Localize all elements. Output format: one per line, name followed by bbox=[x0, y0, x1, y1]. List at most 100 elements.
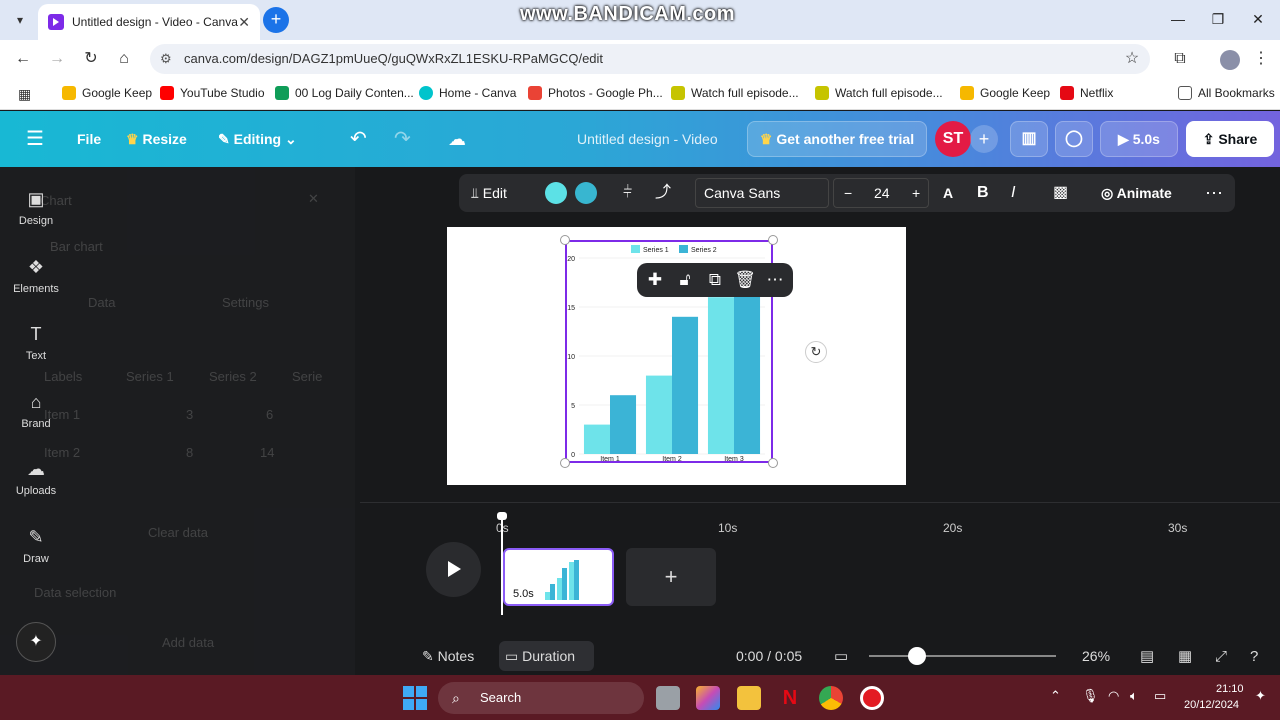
resize-handle[interactable] bbox=[560, 458, 570, 468]
tray-chevron-icon[interactable]: ⌃ bbox=[1050, 688, 1061, 704]
microphone-icon[interactable]: 🎙︎ bbox=[1082, 688, 1099, 704]
bandicam-icon[interactable] bbox=[860, 686, 884, 710]
rail-uploads[interactable]: ☁ Uploads bbox=[0, 459, 72, 497]
rail-draw[interactable]: ✎ Draw bbox=[0, 527, 72, 565]
maximize-button[interactable]: ❐ bbox=[1198, 0, 1238, 38]
increase-size-icon[interactable]: + bbox=[912, 179, 920, 207]
add-page-button[interactable]: + bbox=[626, 548, 716, 606]
forward-icon[interactable]: → bbox=[46, 48, 68, 70]
playhead[interactable] bbox=[501, 515, 503, 615]
grid-view-icon[interactable]: ▦ bbox=[1178, 638, 1192, 675]
font-size-stepper[interactable]: − 24 + bbox=[833, 178, 929, 208]
bookmark-item[interactable]: YouTube Studio bbox=[160, 86, 265, 100]
bookmark-item[interactable]: Netflix bbox=[1060, 86, 1113, 100]
copilot-icon[interactable] bbox=[696, 686, 720, 710]
table-cell[interactable]: 14 bbox=[260, 445, 274, 460]
rail-design[interactable]: ▣ Design bbox=[0, 189, 72, 227]
decrease-size-icon[interactable]: − bbox=[844, 179, 852, 207]
help-icon[interactable]: ? bbox=[1250, 638, 1258, 675]
home-icon[interactable]: ⌂ bbox=[113, 48, 135, 70]
page-view-icon[interactable]: ▭ bbox=[834, 638, 848, 675]
free-trial-button[interactable]: ♛ Get another free trial bbox=[747, 121, 927, 157]
reload-icon[interactable]: ↻ bbox=[80, 48, 102, 70]
extensions-icon[interactable]: ⧉ bbox=[1169, 48, 1191, 70]
lock-icon[interactable]: 🔓︎ bbox=[671, 263, 699, 297]
resize-handle[interactable] bbox=[768, 235, 778, 245]
resize-button[interactable]: ♛ Resize bbox=[126, 111, 187, 167]
apps-grid-icon[interactable]: ▦ bbox=[18, 86, 31, 103]
bookmark-item[interactable]: Google Keep bbox=[960, 86, 1050, 100]
timeline-clip[interactable]: 5.0s bbox=[503, 548, 614, 606]
rail-brand[interactable]: ⌂ Brand bbox=[0, 392, 72, 430]
analytics-icon[interactable]: ▥ bbox=[1010, 121, 1048, 157]
panel-close-icon[interactable]: ✕ bbox=[308, 191, 319, 207]
zoom-level[interactable]: 26% bbox=[1082, 638, 1110, 675]
color-swatch-2[interactable] bbox=[575, 182, 597, 204]
table-cell[interactable]: 3 bbox=[186, 407, 193, 422]
taskbar-search[interactable]: ⌕ Search bbox=[438, 682, 644, 714]
undo-icon[interactable]: ↶ bbox=[350, 111, 367, 167]
table-cell[interactable]: 8 bbox=[186, 445, 193, 460]
document-title[interactable]: Untitled design - Video bbox=[577, 111, 718, 167]
text-color-icon[interactable]: A bbox=[943, 174, 953, 212]
battery-icon[interactable]: ▭ bbox=[1154, 688, 1166, 704]
table-cell[interactable]: 6 bbox=[266, 407, 273, 422]
bookmark-item[interactable]: Home - Canva bbox=[419, 86, 516, 100]
redo-icon[interactable]: ↷ bbox=[394, 111, 411, 167]
bookmark-item[interactable]: Google Keep bbox=[62, 86, 152, 100]
volume-icon[interactable]: 🔈︎ bbox=[1130, 688, 1138, 704]
windows-start-icon[interactable] bbox=[403, 686, 427, 710]
rotate-handle-icon[interactable]: ↻ bbox=[805, 341, 827, 363]
font-family-select[interactable]: Canva Sans bbox=[695, 178, 829, 208]
notes-button[interactable]: ✎ Notes bbox=[422, 638, 474, 675]
close-tab-icon[interactable]: ✕ bbox=[238, 14, 250, 31]
share-button[interactable]: ⇪ Share bbox=[1186, 121, 1274, 157]
bookmark-item[interactable]: 00 Log Daily Conten... bbox=[275, 86, 414, 100]
tab-list-icon[interactable]: ▾ bbox=[10, 10, 30, 30]
netflix-app-icon[interactable]: N bbox=[778, 686, 802, 710]
file-explorer-icon[interactable] bbox=[737, 686, 761, 710]
resize-handle[interactable] bbox=[560, 235, 570, 245]
address-bar[interactable]: ⚙ canva.com/design/DAGZ1pmUueQ/guQWxRxZL… bbox=[150, 44, 1150, 74]
profile-avatar[interactable] bbox=[1220, 50, 1240, 70]
edit-chart-button[interactable]: ⫫ Edit bbox=[471, 174, 507, 212]
resize-handle[interactable] bbox=[768, 458, 778, 468]
minimize-button[interactable]: — bbox=[1158, 0, 1198, 38]
animate-button[interactable]: ◎ Animate bbox=[1101, 174, 1172, 212]
more-options-icon[interactable]: ⋯ bbox=[1205, 174, 1223, 212]
editing-mode-button[interactable]: ✎ Editing ⌄ bbox=[218, 111, 297, 167]
browser-menu-icon[interactable]: ⋮ bbox=[1250, 48, 1272, 70]
bold-icon[interactable]: B bbox=[977, 174, 989, 212]
bookmark-item[interactable]: Watch full episode... bbox=[671, 86, 799, 100]
site-info-icon[interactable]: ⚙ bbox=[160, 44, 172, 74]
rail-elements[interactable]: ❖ Elements bbox=[0, 257, 72, 295]
playhead-knob[interactable] bbox=[497, 512, 507, 520]
delete-icon[interactable]: 🗑︎ bbox=[731, 263, 759, 297]
browser-tab[interactable]: Untitled design - Video - Canva ✕ bbox=[38, 4, 260, 40]
new-tab-button[interactable]: + bbox=[263, 7, 289, 33]
close-window-button[interactable]: ✕ bbox=[1238, 0, 1278, 38]
more-icon[interactable]: ⋯ bbox=[761, 263, 789, 297]
corner-radius-icon[interactable]: ⤴ bbox=[655, 174, 671, 212]
duplicate-icon[interactable]: ⧉ bbox=[701, 263, 729, 297]
zoom-slider[interactable] bbox=[869, 655, 1056, 657]
page-layout-icon[interactable]: ▤ bbox=[1140, 638, 1154, 675]
clear-data-button[interactable]: Clear data bbox=[148, 525, 208, 540]
spacing-icon[interactable]: ⫩ bbox=[623, 174, 632, 212]
italic-icon[interactable]: I bbox=[1011, 174, 1015, 212]
comment-add-icon[interactable]: ✚ bbox=[641, 263, 669, 297]
task-view-icon[interactable] bbox=[656, 686, 680, 710]
file-menu[interactable]: File bbox=[77, 111, 101, 167]
play-button[interactable] bbox=[426, 542, 481, 597]
zoom-slider-thumb[interactable] bbox=[908, 647, 926, 665]
font-size-value[interactable]: 24 bbox=[874, 179, 890, 207]
wifi-icon[interactable]: ◠ bbox=[1108, 688, 1119, 704]
comment-icon[interactable]: ◯ bbox=[1055, 121, 1093, 157]
all-bookmarks[interactable]: All Bookmarks bbox=[1178, 86, 1275, 100]
chrome-icon[interactable] bbox=[819, 686, 843, 710]
transparency-icon[interactable]: ▩ bbox=[1053, 174, 1068, 212]
rail-text[interactable]: T Text bbox=[0, 324, 72, 362]
back-icon[interactable]: ← bbox=[12, 48, 34, 70]
bookmark-star-icon[interactable]: ☆ bbox=[1121, 48, 1143, 70]
user-avatar[interactable]: ST bbox=[935, 121, 971, 157]
